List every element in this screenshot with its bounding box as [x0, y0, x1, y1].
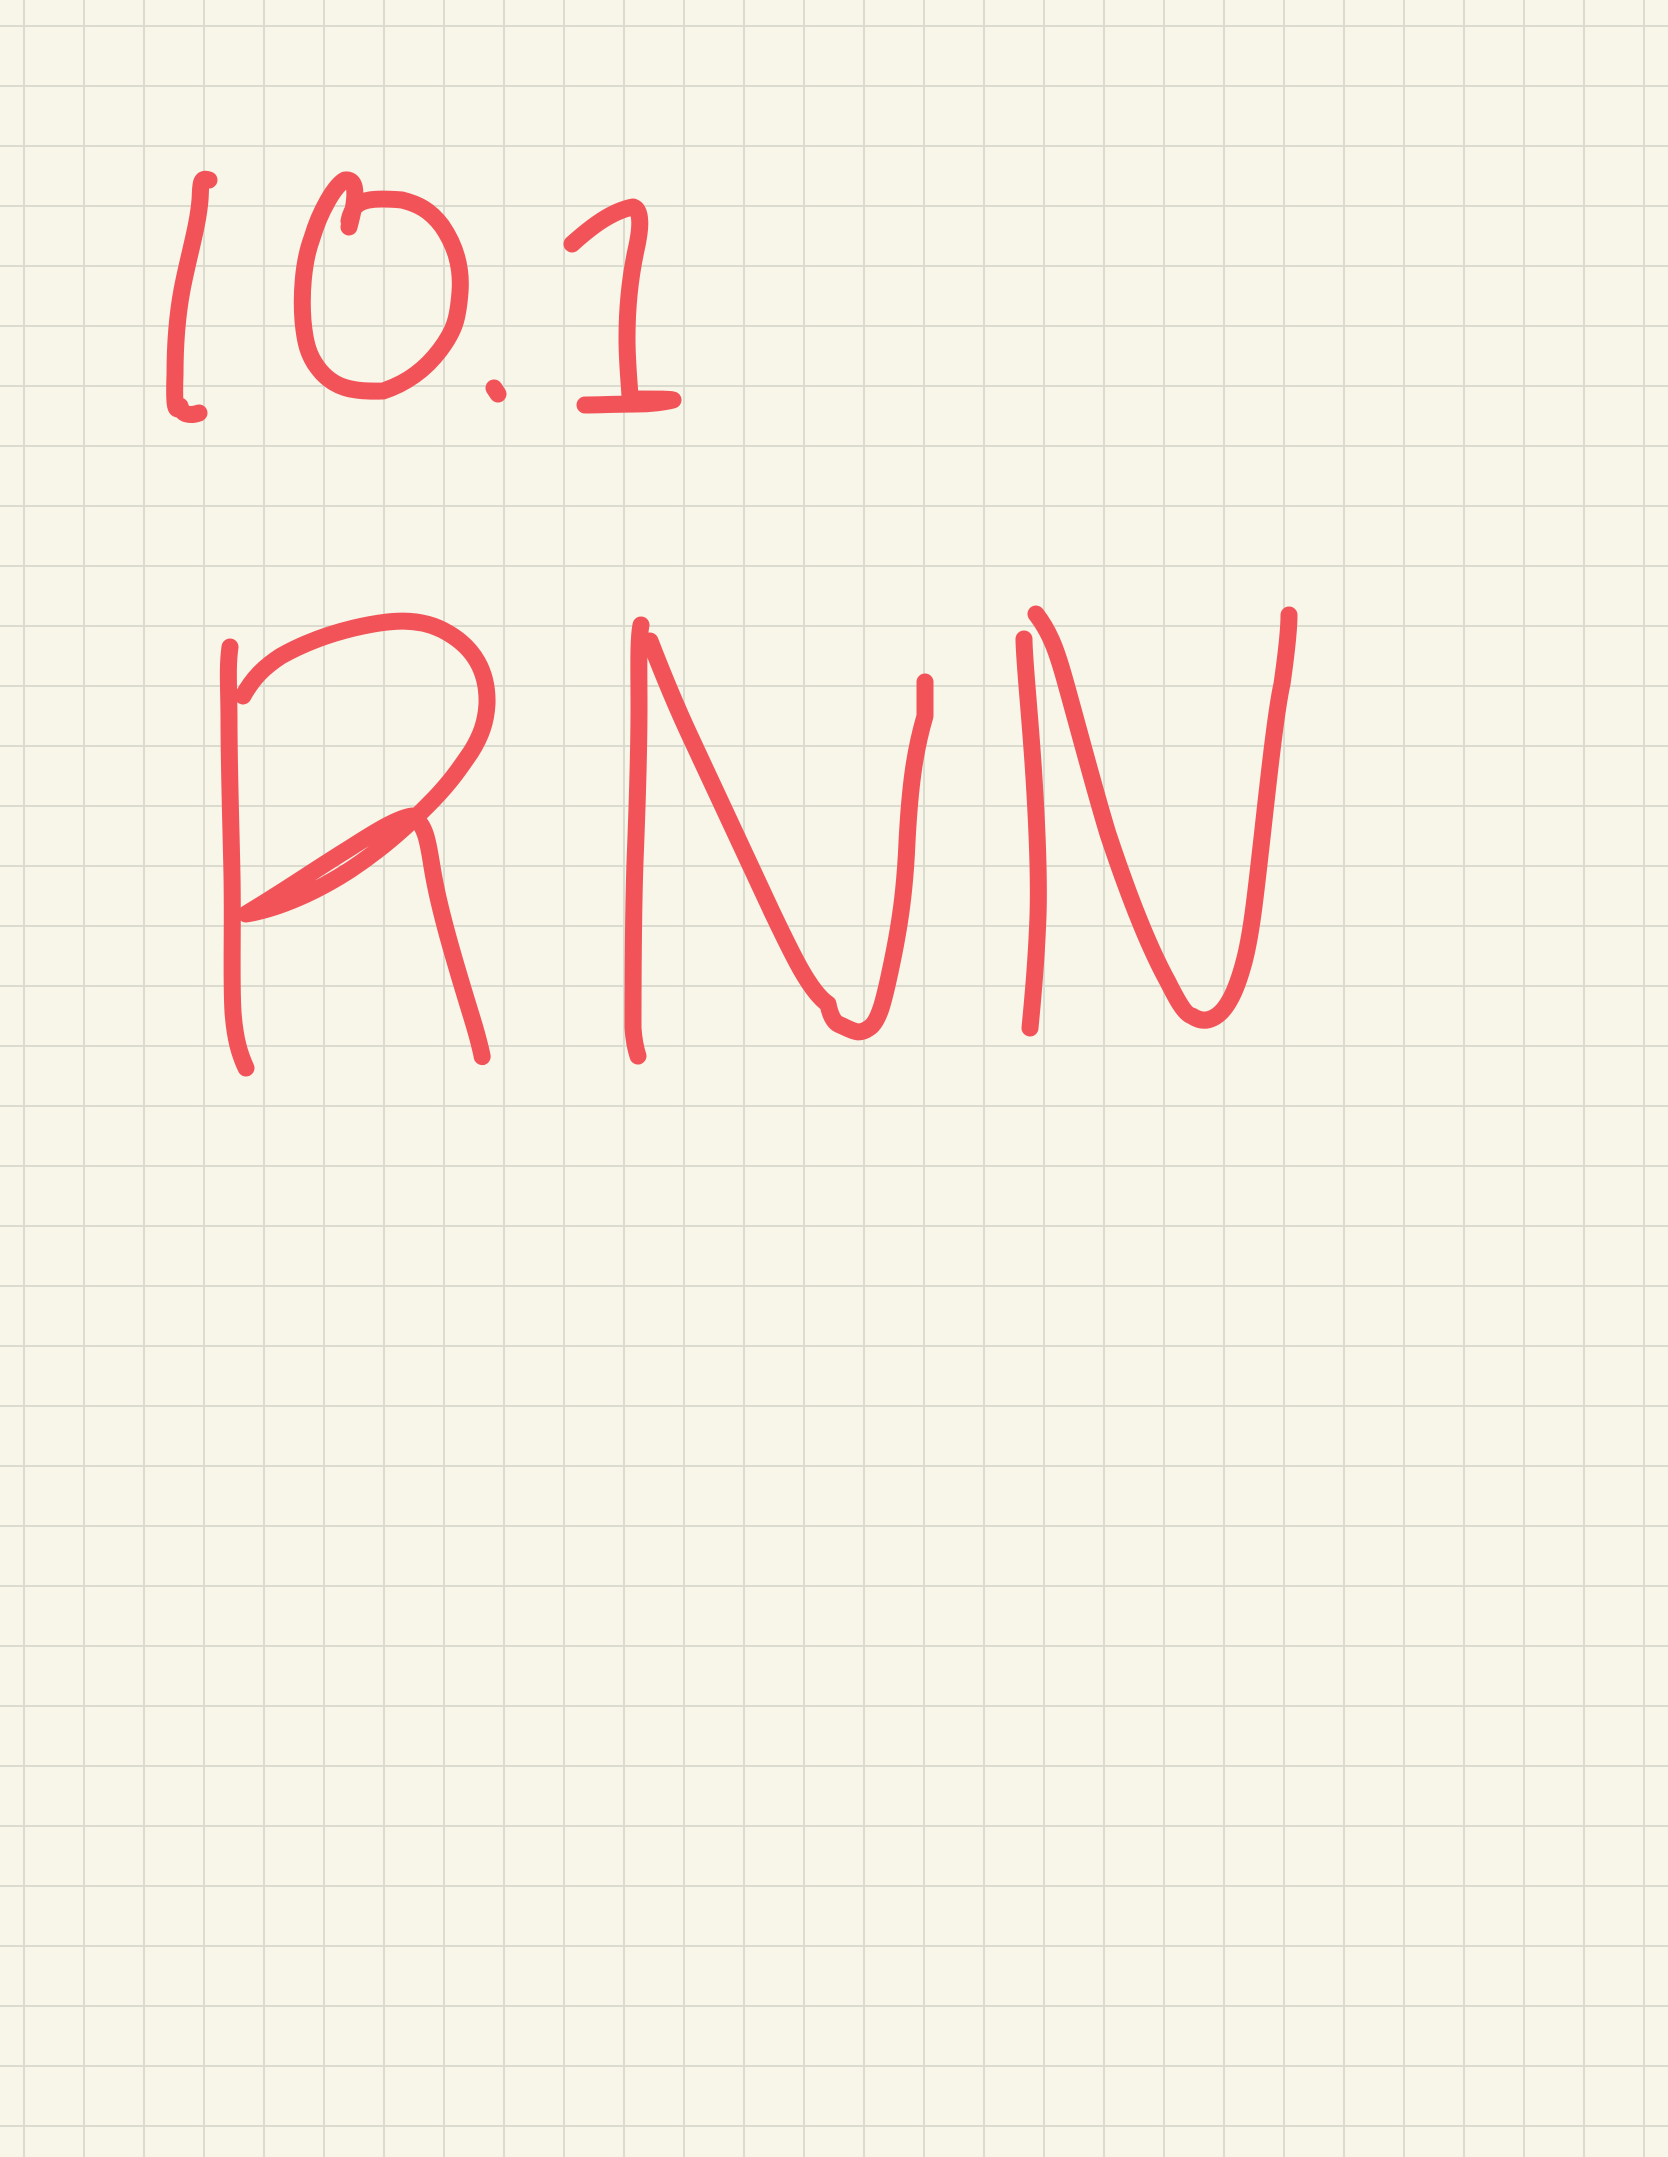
digit-one-stroke — [166, 170, 218, 423]
digit-one-base-stroke — [576, 390, 682, 414]
letter-n1-right — [881, 673, 934, 981]
letter-r-leg — [405, 809, 491, 1066]
letter-n1-diagonal — [641, 632, 899, 1041]
letter-n2-left — [1015, 630, 1047, 1037]
handwriting-layer — [166, 170, 1298, 1077]
letter-n2-right — [1235, 606, 1298, 971]
handwritten-heading — [219, 605, 1298, 1077]
digit-one-decimal-stroke — [563, 198, 649, 407]
handwritten-section-number — [166, 170, 682, 423]
letter-r-bowl — [234, 612, 496, 923]
decimal-point-stroke — [485, 379, 507, 403]
letter-n1-left — [624, 616, 650, 1065]
letter-r-stem — [219, 638, 255, 1077]
letter-n2-diagonal — [1027, 605, 1253, 1029]
note-page: 10.1 RNN — [0, 0, 1668, 2157]
digit-zero-stroke — [293, 171, 469, 400]
